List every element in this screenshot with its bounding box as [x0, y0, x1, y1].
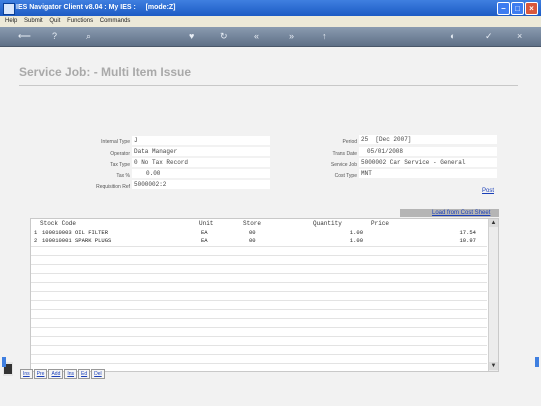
menu-quit[interactable]: Quit [49, 18, 60, 24]
divider [31, 336, 487, 337]
tax-percent-field[interactable]: 0.00 [132, 169, 270, 178]
internal-type-label: Internal Type [101, 139, 130, 145]
help-icon[interactable]: ? [52, 31, 57, 41]
fast-forward-icon[interactable]: » [289, 31, 294, 41]
close-icon[interactable]: × [517, 31, 522, 41]
close-button[interactable]: × [525, 2, 538, 15]
stock-code-cell[interactable]: 100010003 OIL FILTER [42, 229, 108, 237]
divider [31, 246, 487, 247]
main-content: Service Job: - Multi Item Issue Internal… [0, 47, 541, 406]
grid-nav-bar: Ins Pre Add Ins Ed Del [20, 369, 105, 379]
internal-type-field[interactable]: J [132, 136, 270, 145]
nav-del-button[interactable]: Del [91, 369, 105, 379]
toolbar: ⟵ ? ⌕ ♥ ↻ « » ↑ ◐ ✓ × [0, 27, 541, 47]
trans-date-field[interactable]: 05/01/2008 [359, 147, 497, 156]
window-title: IES Navigator Client v8.04 : My IES : [m… [16, 4, 176, 11]
divider [31, 255, 487, 256]
page-title: Service Job: - Multi Item Issue [19, 65, 192, 79]
nav-ins-button[interactable]: Ins [20, 369, 33, 379]
menu-help[interactable]: Help [5, 18, 17, 24]
side-accent [2, 357, 6, 367]
scroll-up-icon[interactable]: ▲ [489, 219, 498, 227]
nav-ed-button[interactable]: Ed [78, 369, 91, 379]
search-icon[interactable]: ⌕ [86, 31, 91, 41]
divider [31, 264, 487, 265]
divider [31, 291, 487, 292]
refresh-icon[interactable]: ↻ [220, 31, 228, 41]
service-job-label: Service Job [330, 162, 357, 168]
load-from-cost-sheet-link[interactable]: Load from Cost Sheet [432, 209, 490, 217]
post-link[interactable]: Post [482, 188, 494, 194]
application-window: IES Navigator Client v8.04 : My IES : [m… [0, 0, 541, 406]
divider [31, 282, 487, 283]
menu-bar: Help Submit Quit Functions Commands [0, 16, 541, 27]
check-icon[interactable]: ✓ [485, 31, 493, 41]
shield-icon[interactable]: ◐ [450, 31, 455, 41]
side-accent [535, 357, 539, 367]
col-store: Store [243, 220, 262, 227]
cost-type-field[interactable]: MNT [359, 169, 497, 178]
grid-header: Stock Code Unit Store Quantity Price [31, 219, 498, 228]
price-cell[interactable]: 17.54 [449, 229, 476, 237]
table-row[interactable]: 2 100010001 SPARK PLUGS EA 00 1.00 10.97 [31, 237, 487, 245]
operator-label: Operator [110, 151, 130, 157]
tax-type-field[interactable]: 0 No Tax Record [132, 158, 270, 167]
requisition-ref-field[interactable]: 5000002:2 [132, 180, 270, 189]
col-price: Price [371, 220, 390, 227]
menu-commands[interactable]: Commands [100, 18, 131, 24]
nav-pre-button[interactable]: Pre [33, 369, 48, 379]
items-grid: Stock Code Unit Store Quantity Price 1 1… [30, 218, 499, 372]
tax-percent-label: Tax % [116, 173, 130, 179]
cost-type-label: Cost Type [334, 173, 357, 179]
table-row[interactable]: 1 100010003 OIL FILTER EA 00 1.00 17.54 [31, 229, 487, 237]
maximize-button[interactable]: □ [511, 2, 524, 15]
divider [31, 363, 487, 364]
app-icon [3, 3, 15, 15]
period-field[interactable]: 25 [Dec 2007] [359, 135, 497, 144]
divider [31, 327, 487, 328]
menu-functions[interactable]: Functions [67, 18, 93, 24]
divider [31, 309, 487, 310]
divider [31, 354, 487, 355]
menu-submit[interactable]: Submit [24, 18, 43, 24]
row-number: 2 [34, 237, 38, 244]
stock-code-cell[interactable]: 100010001 SPARK PLUGS [42, 237, 111, 245]
nav-ins2-button[interactable]: Ins [64, 369, 78, 379]
divider [31, 273, 487, 274]
grid-scrollbar[interactable]: ▲ ▼ [488, 219, 498, 371]
divider [31, 300, 487, 301]
heart-icon[interactable]: ♥ [189, 31, 194, 41]
divider [31, 318, 487, 319]
col-quantity: Quantity [313, 220, 342, 227]
trans-date-label: Trans Date [332, 151, 357, 157]
period-label: Period [342, 139, 357, 145]
store-cell[interactable]: 00 [249, 237, 256, 245]
col-unit: Unit [199, 220, 214, 227]
quantity-cell[interactable]: 1.00 [335, 229, 363, 237]
unit-cell[interactable]: EA [201, 229, 208, 237]
quantity-cell[interactable]: 1.00 [335, 237, 363, 245]
price-cell[interactable]: 10.97 [449, 237, 476, 245]
operator-field[interactable]: Data Manager [132, 147, 270, 156]
back-icon[interactable]: ⟵ [18, 31, 31, 41]
store-cell[interactable]: 00 [249, 229, 256, 237]
scroll-down-icon[interactable]: ▼ [489, 362, 498, 370]
tax-type-label: Tax Type [110, 162, 130, 168]
row-number: 1 [34, 229, 38, 236]
service-job-field[interactable]: 5000002 Car Service - General [359, 158, 497, 167]
up-icon[interactable]: ↑ [322, 31, 327, 41]
divider [31, 345, 487, 346]
divider [19, 85, 518, 86]
nav-add-button[interactable]: Add [48, 369, 64, 379]
minimize-button[interactable]: – [497, 2, 510, 15]
requisition-ref-label: Requisition Ref [96, 184, 130, 190]
unit-cell[interactable]: EA [201, 237, 208, 245]
title-bar: IES Navigator Client v8.04 : My IES : [m… [0, 0, 541, 16]
col-stock-code: Stock Code [40, 220, 77, 227]
rewind-icon[interactable]: « [254, 31, 259, 41]
